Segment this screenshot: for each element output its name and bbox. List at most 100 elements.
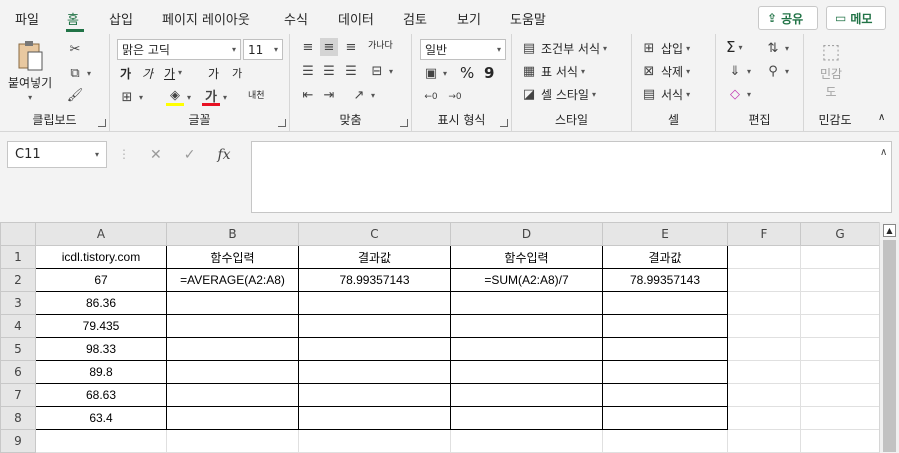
column-header-g[interactable]: G [800, 222, 880, 246]
cell-b2[interactable]: =AVERAGE(A2:A8) [166, 268, 299, 292]
cell-e7[interactable] [602, 383, 728, 407]
format-cells-button[interactable]: ▤ 서식 ▾ [640, 85, 690, 103]
format-painter-button[interactable]: 🖌 [66, 86, 84, 104]
select-all-corner[interactable] [0, 222, 36, 246]
cell-b5[interactable] [166, 337, 299, 361]
cell-f2[interactable] [727, 268, 801, 292]
cell-d5[interactable] [450, 337, 603, 361]
column-header-e[interactable]: E [602, 222, 728, 246]
insert-function-button[interactable]: fx [217, 147, 230, 163]
cell-f3[interactable] [727, 291, 801, 315]
cell-a6[interactable]: 89.8 [35, 360, 167, 384]
vertical-scrollbar[interactable]: ▲ [879, 222, 899, 452]
cell-a2[interactable]: 67 [35, 268, 167, 292]
cell-g2[interactable] [800, 268, 880, 292]
dialog-launcher-icon[interactable] [500, 119, 508, 127]
memo-button[interactable]: ▭ 메모 [826, 6, 886, 30]
column-header-f[interactable]: F [727, 222, 801, 246]
cut-button[interactable]: ✂ [66, 40, 84, 58]
italic-button[interactable]: 가 [142, 65, 153, 82]
cell-g6[interactable] [800, 360, 880, 384]
decrease-indent-button[interactable]: ⇤ [299, 86, 317, 104]
name-box[interactable]: C11 ▾ [7, 141, 107, 168]
merge-center-button[interactable]: ⊟ ▾ [368, 62, 393, 80]
row-header[interactable]: 3 [0, 291, 36, 315]
wrap-text-button[interactable]: 가나다 [368, 38, 393, 51]
sort-filter-button[interactable]: ⇅ ▾ [764, 39, 789, 57]
cell-b7[interactable] [166, 383, 299, 407]
font-name-select[interactable]: 맑은 고딕 ▾ [117, 39, 241, 60]
cell-f8[interactable] [727, 406, 801, 430]
cell-f5[interactable] [727, 337, 801, 361]
cell-a9[interactable] [35, 429, 167, 453]
share-button[interactable]: ⇪ 공유 [758, 6, 818, 30]
row-header[interactable]: 8 [0, 406, 36, 430]
cell-c3[interactable] [298, 291, 451, 315]
cell-f6[interactable] [727, 360, 801, 384]
cell-c4[interactable] [298, 314, 451, 338]
decrease-decimal-button[interactable]: →0 [446, 88, 464, 106]
menu-formulas[interactable]: 수식 [284, 9, 308, 28]
cell-a1[interactable]: icdl.tistory.com [35, 245, 167, 269]
autosum-button[interactable]: Σ ▾ [726, 38, 743, 56]
menu-file[interactable]: 파일 [15, 9, 39, 28]
align-top-button[interactable]: ≡ [299, 38, 317, 56]
format-as-table-button[interactable]: ▦ 표 서식 ▾ [520, 62, 585, 80]
number-format-select[interactable]: 일반 ▾ [420, 39, 506, 60]
check-icon[interactable]: ✓ [184, 147, 196, 163]
delete-cells-button[interactable]: ⊠ 삭제 ▾ [640, 62, 691, 80]
paste-button[interactable]: 붙여넣기 ▾ [8, 40, 52, 102]
cell-g5[interactable] [800, 337, 880, 361]
row-header[interactable]: 7 [0, 383, 36, 407]
menu-data[interactable]: 데이터 [338, 9, 374, 28]
cell-d6[interactable] [450, 360, 603, 384]
cell-g3[interactable] [800, 291, 880, 315]
menu-page-layout[interactable]: 페이지 레이아웃 [162, 9, 250, 28]
font-size-select[interactable]: 11 ▾ [243, 39, 283, 60]
cell-styles-button[interactable]: ◪ 셀 스타일 ▾ [520, 85, 596, 103]
align-bottom-button[interactable]: ≡ [342, 38, 360, 56]
cell-c9[interactable] [298, 429, 451, 453]
cell-e6[interactable] [602, 360, 728, 384]
row-header[interactable]: 4 [0, 314, 36, 338]
cell-b6[interactable] [166, 360, 299, 384]
align-left-button[interactable]: ☰ [299, 62, 317, 80]
borders-button[interactable]: ⊞ ▾ [118, 88, 143, 106]
conditional-formatting-button[interactable]: ▤ 조건부 서식 ▾ [520, 39, 607, 57]
cell-e1[interactable]: 결과값 [602, 245, 728, 269]
orientation-button[interactable]: ↗ ▾ [350, 86, 375, 104]
scroll-thumb[interactable] [883, 240, 896, 452]
cell-c7[interactable] [298, 383, 451, 407]
bold-button[interactable]: 가 [120, 65, 131, 82]
increase-indent-button[interactable]: ⇥ [320, 86, 338, 104]
find-select-button[interactable]: ⚲ ▾ [764, 62, 789, 80]
underline-dropdown-icon[interactable]: ▾ [178, 68, 182, 77]
menu-home[interactable]: 홈 [67, 9, 79, 28]
cell-b9[interactable] [166, 429, 299, 453]
cell-d4[interactable] [450, 314, 603, 338]
cell-d1[interactable]: 함수입력 [450, 245, 603, 269]
cell-a8[interactable]: 63.4 [35, 406, 167, 430]
cell-g8[interactable] [800, 406, 880, 430]
dialog-launcher-icon[interactable] [278, 119, 286, 127]
insert-cells-button[interactable]: ⊞ 삽입 ▾ [640, 39, 691, 57]
cell-e4[interactable] [602, 314, 728, 338]
cell-e9[interactable] [602, 429, 728, 453]
cell-f9[interactable] [727, 429, 801, 453]
comma-button[interactable]: 9 [484, 64, 494, 82]
cell-f1[interactable] [727, 245, 801, 269]
menu-review[interactable]: 검토 [403, 9, 427, 28]
align-center-button[interactable]: ☰ [320, 62, 338, 80]
fill-button[interactable]: ⇓ ▾ [726, 62, 751, 80]
cell-e2[interactable]: 78.99357143 [602, 268, 728, 292]
row-header[interactable]: 5 [0, 337, 36, 361]
column-header-c[interactable]: C [298, 222, 451, 246]
cell-c8[interactable] [298, 406, 451, 430]
cell-c6[interactable] [298, 360, 451, 384]
cell-e8[interactable] [602, 406, 728, 430]
scroll-up-icon[interactable]: ▲ [883, 224, 896, 237]
expand-formula-bar-icon[interactable]: ∧ [880, 147, 887, 158]
cell-g9[interactable] [800, 429, 880, 453]
row-header[interactable]: 2 [0, 268, 36, 292]
cell-f7[interactable] [727, 383, 801, 407]
